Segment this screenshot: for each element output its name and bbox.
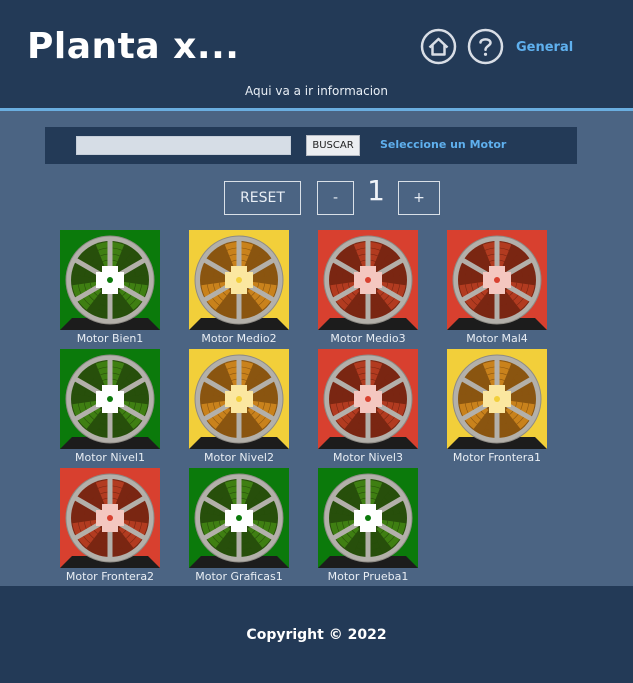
footer: Copyright © 2022 xyxy=(0,586,633,683)
motor-card[interactable]: Motor Frontera1 xyxy=(437,349,557,479)
general-link[interactable]: General xyxy=(516,40,573,55)
page-number: 1 xyxy=(367,174,385,207)
help-icon[interactable] xyxy=(467,28,504,65)
motor-card[interactable]: Motor Nivel2 xyxy=(179,349,299,479)
motor-label[interactable]: Motor Graficas1 xyxy=(179,570,299,583)
motor-card[interactable]: Motor Graficas1 xyxy=(179,468,299,598)
reset-button[interactable]: RESET xyxy=(224,181,301,215)
motor-card[interactable]: Motor Frontera2 xyxy=(50,468,170,598)
previous-page-button[interactable]: - xyxy=(317,181,354,215)
motor-icon[interactable] xyxy=(447,349,547,449)
motor-label[interactable]: Motor Prueba1 xyxy=(308,570,428,583)
home-icon[interactable] xyxy=(420,28,457,65)
motor-label[interactable]: Motor Nivel2 xyxy=(179,451,299,464)
copyright-text: Copyright © 2022 xyxy=(246,627,387,643)
motor-card[interactable]: Motor Nivel1 xyxy=(50,349,170,479)
motor-card[interactable]: Motor Prueba1 xyxy=(308,468,428,598)
next-page-button[interactable]: + xyxy=(398,181,440,215)
motor-icon[interactable] xyxy=(60,349,160,449)
search-button[interactable]: BUSCAR xyxy=(306,135,360,156)
motor-card[interactable]: Motor Mal4 xyxy=(437,230,557,360)
motor-icon[interactable] xyxy=(189,230,289,330)
motor-icon[interactable] xyxy=(318,468,418,568)
motor-icon[interactable] xyxy=(318,230,418,330)
header: Planta x... General Aqui va a ir informa… xyxy=(0,0,633,111)
search-bar: BUSCAR Seleccione un Motor xyxy=(45,127,577,164)
motor-icon[interactable] xyxy=(318,349,418,449)
motor-label[interactable]: Motor Bien1 xyxy=(50,332,170,345)
motor-label[interactable]: Motor Mal4 xyxy=(437,332,557,345)
search-input[interactable] xyxy=(76,136,291,155)
motor-label[interactable]: Motor Nivel1 xyxy=(50,451,170,464)
motor-icon[interactable] xyxy=(447,230,547,330)
motor-label[interactable]: Motor Frontera1 xyxy=(437,451,557,464)
motor-icon[interactable] xyxy=(189,468,289,568)
motor-icon[interactable] xyxy=(60,468,160,568)
motor-label[interactable]: Motor Medio2 xyxy=(179,332,299,345)
motor-card[interactable]: Motor Nivel3 xyxy=(308,349,428,479)
motor-label[interactable]: Motor Frontera2 xyxy=(50,570,170,583)
motor-label[interactable]: Motor Nivel3 xyxy=(308,451,428,464)
motor-icon[interactable] xyxy=(60,230,160,330)
motor-card[interactable]: Motor Medio2 xyxy=(179,230,299,360)
motor-card[interactable]: Motor Medio3 xyxy=(308,230,428,360)
motor-icon[interactable] xyxy=(189,349,289,449)
motor-card[interactable]: Motor Bien1 xyxy=(50,230,170,360)
page-title: Planta x... xyxy=(27,26,240,67)
header-subtitle: Aqui va a ir informacion xyxy=(244,84,389,98)
motor-label[interactable]: Motor Medio3 xyxy=(308,332,428,345)
select-motor-hint: Seleccione un Motor xyxy=(380,138,507,151)
